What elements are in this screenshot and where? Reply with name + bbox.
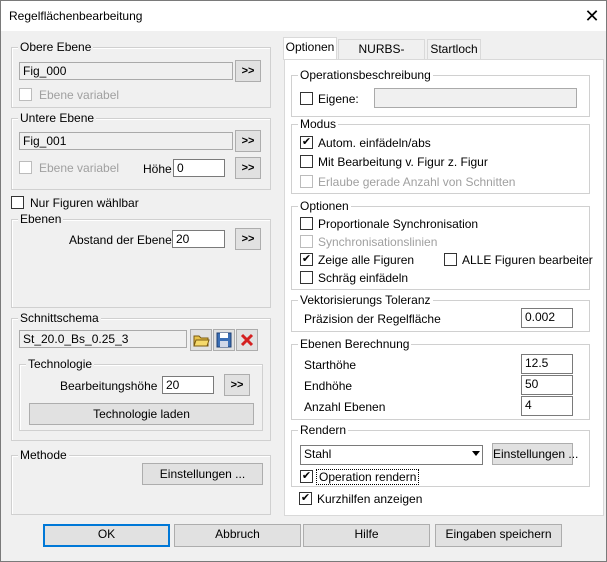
group-legend: Rendern	[298, 423, 349, 437]
group-operationsbeschreibung: Operationsbeschreibung Eigene:	[291, 68, 590, 117]
group-vektorisierung: Vektorisierungs Toleranz Präzision der R…	[291, 293, 590, 332]
anzahl-ebenen-label: Anzahl Ebenen	[304, 400, 386, 414]
schraeg-checkbox[interactable]	[300, 271, 313, 284]
checkbox-label: Ebene variabel	[39, 88, 120, 102]
alle-figuren-checkbox[interactable]	[444, 253, 457, 266]
prop-sync-label: Proportionale Synchronisation	[318, 217, 479, 231]
material-select[interactable]: Stahl	[300, 445, 483, 465]
group-legend: Technologie	[26, 357, 95, 371]
obere-ebene-select-button[interactable]: >>	[235, 60, 261, 82]
bearbeitungshoehe-label: Bearbeitungshöhe	[60, 379, 158, 393]
nur-figuren-checkbox[interactable]	[11, 196, 24, 209]
group-legend: Operationsbeschreibung	[298, 68, 433, 82]
nur-figuren-label: Nur Figuren wählbar	[30, 196, 139, 210]
alle-figuren-label: ALLE Figuren bearbeiter	[462, 253, 593, 267]
hoehe-label: Höhe	[143, 162, 172, 176]
kurzhilfen-label: Kurzhilfen anzeigen	[317, 492, 423, 506]
bearbeitungshoehe-input[interactable]: 20	[162, 376, 214, 394]
schnittschema-field: St_20.0_Bs_0.25_3	[19, 330, 187, 348]
group-ebenen: Ebenen Abstand der Ebenen 20 >>	[11, 212, 271, 308]
chevron-down-icon	[472, 451, 480, 456]
endhoehe-input[interactable]: 50	[521, 375, 573, 395]
eigene-label: Eigene:	[318, 92, 359, 106]
group-legend: Ebenen	[18, 212, 64, 226]
group-optionen: Optionen Proportionale Synchronisation S…	[291, 199, 593, 290]
group-legend: Obere Ebene	[18, 40, 94, 54]
group-methode: Methode Einstellungen ...	[11, 448, 271, 515]
window-title: Regelflächenbearbeitung	[9, 9, 143, 23]
starthoehe-label: Starthöhe	[304, 358, 357, 372]
synclinien-label: Synchronisationslinien	[318, 235, 438, 249]
save-icon[interactable]	[213, 329, 235, 351]
prop-sync-checkbox[interactable]	[300, 217, 313, 230]
hoehe-select-button[interactable]: >>	[235, 157, 261, 179]
material-select-value: Stahl	[304, 447, 332, 461]
praezision-input[interactable]: 0.002	[521, 308, 573, 328]
group-legend: Vektorisierungs Toleranz	[298, 293, 433, 307]
zeige-alle-label: Zeige alle Figuren	[318, 253, 415, 267]
eigene-beschreibung-field	[374, 88, 577, 108]
anzahl-ebenen-input[interactable]: 4	[521, 396, 573, 416]
praezision-label: Präzision der Regelfläche	[304, 312, 441, 326]
group-legend: Schnittschema	[18, 311, 101, 325]
obere-ebene-variabel-checkbox	[19, 88, 32, 101]
group-legend: Modus	[298, 117, 339, 131]
kurzhilfen-checkbox[interactable]: ✔	[299, 492, 312, 505]
group-obere-ebene: Obere Ebene Fig_000 >> Ebene variabel	[11, 40, 271, 108]
erlaube-label: Erlaube gerade Anzahl von Schnitten	[318, 175, 516, 189]
group-schnittschema: Schnittschema St_20.0_Bs_0.25_3 Technolo…	[11, 311, 271, 441]
group-legend: Methode	[18, 448, 69, 462]
autom-label: Autom. einfädeln/abs	[318, 136, 431, 150]
delete-icon[interactable]	[236, 329, 258, 351]
untere-ebene-variabel-checkbox	[19, 161, 32, 174]
tab-panel-optionen: Operationsbeschreibung Eigene: Modus ✔ A…	[284, 59, 604, 516]
hoehe-input[interactable]: 0	[173, 159, 225, 177]
erlaube-checkbox	[300, 175, 313, 188]
rendern-einstellungen-button[interactable]: Einstellungen ...	[492, 443, 578, 465]
eingaben-speichern-button[interactable]: Eingaben speichern	[435, 524, 562, 547]
untere-ebene-field: Fig_001	[19, 132, 233, 150]
group-technologie: Technologie Bearbeitungshöhe 20 >> Techn…	[19, 357, 263, 431]
methode-einstellungen-button[interactable]: Einstellungen ...	[142, 463, 263, 485]
obere-ebene-field: Fig_000	[19, 62, 233, 80]
tab-optionen[interactable]: Optionen	[283, 37, 337, 60]
tab-nurbs-surface[interactable]: NURBS-Surface	[338, 39, 425, 75]
hilfe-button[interactable]: Hilfe	[303, 524, 430, 547]
group-untere-ebene: Untere Ebene Fig_001 >> Ebene variabel H…	[11, 111, 271, 190]
group-legend: Untere Ebene	[18, 111, 97, 125]
eigene-checkbox[interactable]	[300, 92, 313, 105]
group-legend: Optionen	[298, 199, 351, 213]
open-folder-icon[interactable]	[190, 329, 212, 351]
endhoehe-label: Endhöhe	[304, 379, 353, 393]
technologie-laden-button[interactable]: Technologie laden	[29, 403, 254, 425]
group-legend: Ebenen Berechnung	[298, 337, 412, 351]
title-bar: Regelflächenbearbeitung ✕	[1, 1, 606, 31]
operation-rendern-checkbox[interactable]: ✔	[300, 470, 313, 483]
checkbox-label: Ebene variabel	[39, 161, 120, 175]
abbruch-button[interactable]: Abbruch	[174, 524, 301, 547]
abstand-select-button[interactable]: >>	[235, 228, 261, 250]
abstand-label: Abstand der Ebenen	[69, 233, 179, 247]
bearbeitungshoehe-select-button[interactable]: >>	[224, 374, 250, 396]
schraeg-label: Schräg einfädeln	[318, 271, 409, 285]
operation-rendern-label: Operation rendern	[316, 469, 420, 485]
abstand-input[interactable]: 20	[172, 230, 225, 248]
synclinien-checkbox	[300, 235, 313, 248]
zeige-alle-checkbox[interactable]: ✔	[300, 253, 313, 266]
starthoehe-input[interactable]: 12.5	[521, 354, 573, 374]
ok-button[interactable]: OK	[43, 524, 170, 547]
mit-bearbeitung-label: Mit Bearbeitung v. Figur z. Figur	[318, 155, 488, 169]
close-icon[interactable]: ✕	[581, 5, 603, 27]
group-rendern: Rendern Stahl Einstellungen ... ✔ Operat…	[291, 423, 590, 487]
group-modus: Modus ✔ Autom. einfädeln/abs Mit Bearbei…	[291, 117, 590, 194]
untere-ebene-select-button[interactable]: >>	[235, 130, 261, 152]
mit-bearbeitung-checkbox[interactable]	[300, 155, 313, 168]
tab-startloch[interactable]: Startloch	[427, 39, 481, 59]
autom-checkbox[interactable]: ✔	[300, 136, 313, 149]
group-ebenen-berechnung: Ebenen Berechnung Starthöhe 12.5 Endhöhe…	[291, 337, 590, 420]
